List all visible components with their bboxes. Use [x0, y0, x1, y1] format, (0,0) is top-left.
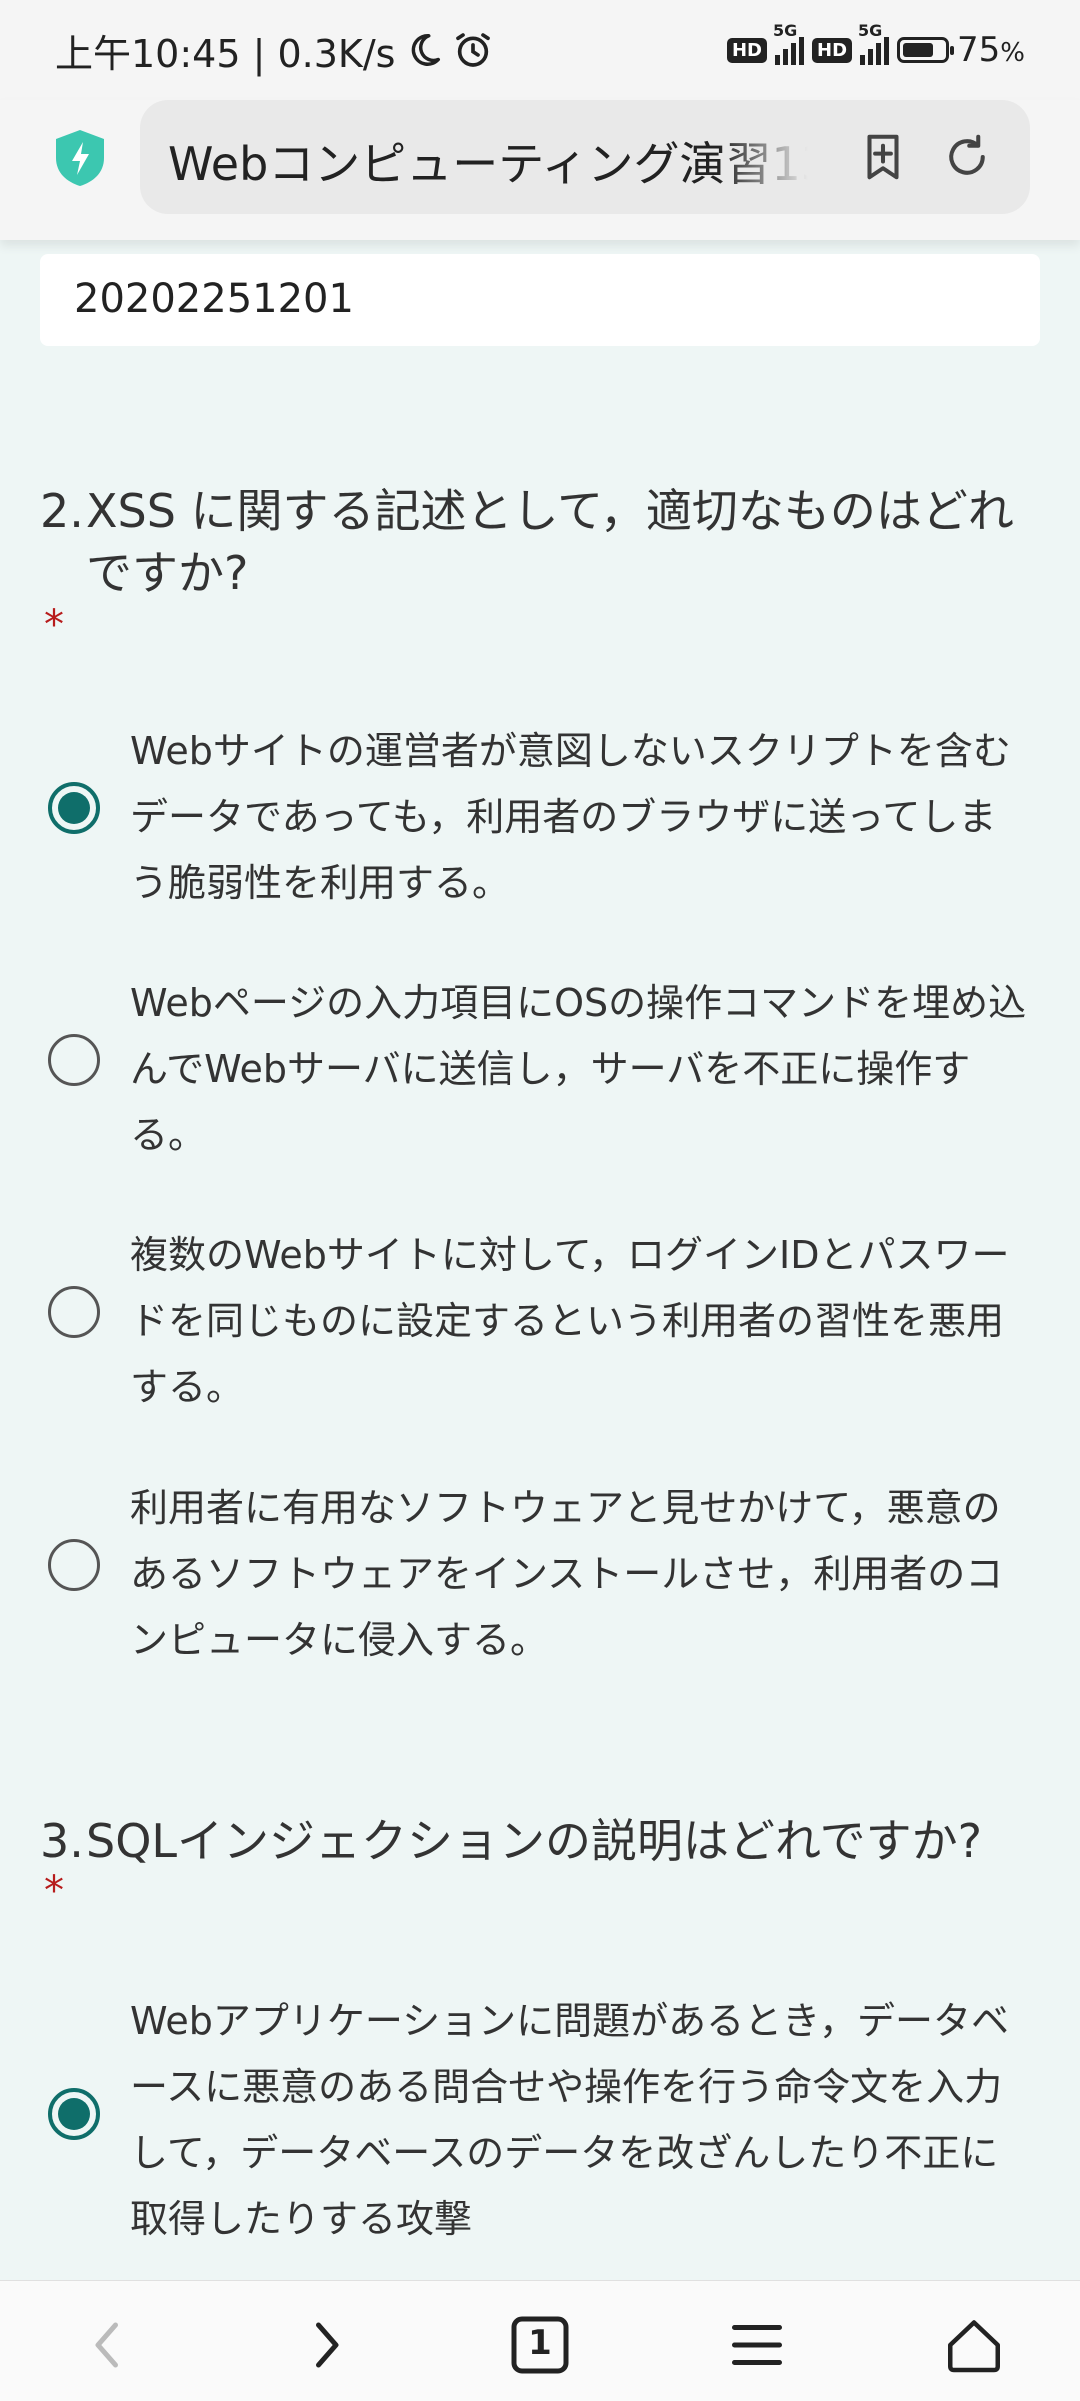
- option-text: Webページの入力項目にOSの操作コマンドを埋め込んでWebサーバに送信し，サー…: [130, 981, 1027, 1157]
- network-label: 5G: [773, 21, 798, 40]
- radio-unselected[interactable]: [48, 1286, 100, 1338]
- address-bar[interactable]: Webコンピューティング演習13: [140, 100, 1030, 214]
- option-text: Webサイトの運営者が意図しないスクリプトを含むデータであっても，利用者のブラウ…: [130, 729, 1011, 905]
- browser-toolbar: Webコンピューティング演習13: [0, 100, 1080, 240]
- question-text: SQLインジェクションの説明はどれですか?: [86, 1814, 983, 1868]
- required-mark: *: [44, 602, 64, 648]
- question-number: 3.: [40, 1814, 84, 1868]
- question-3-title: 3. SQLインジェクションの説明はどれですか?: [40, 1810, 1040, 1872]
- tab-count: 1: [528, 2323, 552, 2363]
- reload-icon[interactable]: [940, 130, 994, 184]
- option-text: Webアプリケーションに問題があるとき，データベースに悪意のある問合せや操作を行…: [130, 1999, 1009, 2241]
- radio-selected[interactable]: [48, 782, 100, 834]
- hd-badge: HD: [812, 37, 853, 63]
- tabs-icon[interactable]: 1: [510, 2315, 570, 2375]
- back-icon[interactable]: [78, 2315, 138, 2375]
- radio-unselected[interactable]: [48, 1034, 100, 1086]
- battery-percent: 75%: [957, 30, 1025, 70]
- battery-icon: [897, 37, 955, 63]
- alarm-icon: [456, 33, 491, 67]
- answer-text-field[interactable]: 20202251201: [40, 254, 1040, 346]
- question-2-title: 2. XSS に関する記述として，適切なものはどれですか?: [40, 480, 1040, 604]
- radio-unselected[interactable]: [48, 1539, 100, 1591]
- question-number: 2.: [40, 484, 84, 538]
- option-text: 利用者に有用なソフトウェアと見せかけて，悪意のあるソフトウェアをインストールさせ…: [130, 1486, 1004, 1662]
- status-bar: 上午10:45 | 0.3K/s HD 5G HD 5G 75%: [0, 0, 1080, 100]
- required-mark: *: [44, 1868, 64, 1914]
- network-label: 5G: [858, 21, 883, 40]
- question-text: XSS に関する記述として，適切なものはどれですか?: [86, 484, 1014, 600]
- signal-icon: 5G: [773, 21, 804, 65]
- page-title: Webコンピューティング演習13: [168, 137, 808, 191]
- radio-selected[interactable]: [48, 2088, 100, 2140]
- option-text: 複数のWebサイトに対して，ログインIDとパスワードを同じものに設定するという利…: [130, 1233, 1010, 1409]
- bottom-navigation: 1: [0, 2280, 1080, 2401]
- shield-icon[interactable]: [52, 128, 108, 188]
- forward-icon[interactable]: [296, 2315, 356, 2375]
- moon-icon: [412, 34, 441, 66]
- add-bookmark-icon[interactable]: [856, 130, 910, 184]
- home-icon[interactable]: [944, 2315, 1004, 2375]
- menu-icon[interactable]: [727, 2315, 787, 2375]
- status-time-speed: 上午10:45 | 0.3K/s: [55, 31, 396, 76]
- signal-icon: 5G: [858, 21, 890, 65]
- form-content: 20202251201 2. XSS に関する記述として，適切なものはどれですか…: [0, 240, 1080, 2280]
- hd-badge: HD: [726, 37, 767, 63]
